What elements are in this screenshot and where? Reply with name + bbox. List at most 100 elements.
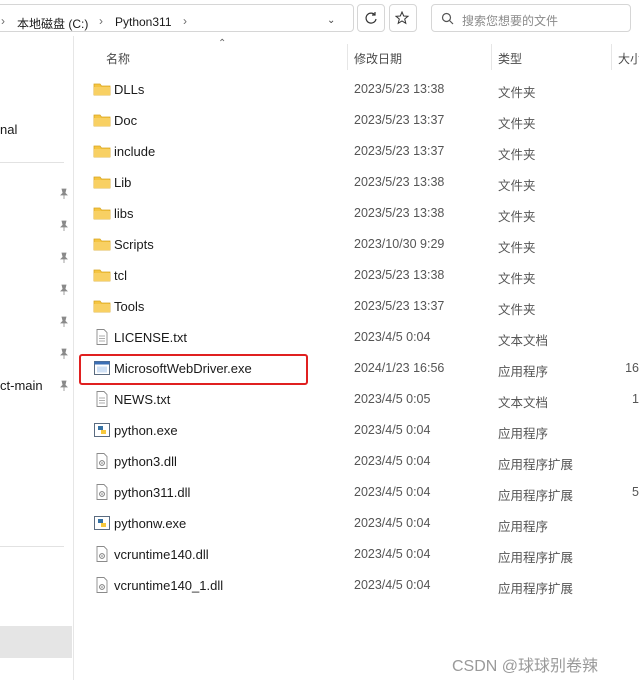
dll-icon (96, 546, 108, 562)
pin-icon[interactable] (58, 220, 70, 232)
file-name: python3.dll (114, 454, 177, 469)
file-type: 应用程序 (498, 365, 549, 379)
file-type: 文件夹 (498, 86, 536, 100)
column-header-name[interactable]: 名称 (106, 50, 130, 67)
column-divider[interactable] (611, 44, 612, 70)
pin-icon[interactable] (58, 252, 70, 264)
file-type: 应用程序 (498, 520, 549, 534)
favorite-button[interactable] (389, 4, 417, 32)
address-bar-row: › 本地磁盘 (C:) › Python311 › ⌄ 搜索您想要的文件 (0, 0, 639, 36)
file-row[interactable]: python3.dll 2023/4/5 0:04 应用程序扩展 (88, 446, 639, 477)
file-row[interactable]: Tools 2023/5/23 13:37 文件夹 (88, 291, 639, 322)
file-row[interactable]: tcl 2023/5/23 13:38 文件夹 (88, 260, 639, 291)
navigation-pane: nal ct-main (0, 36, 74, 680)
file-date-modified: 2023/4/5 0:05 (354, 392, 431, 406)
file-type: 应用程序 (498, 427, 549, 441)
dll-icon (96, 577, 108, 593)
file-date-modified: 2023/4/5 0:04 (354, 547, 431, 561)
file-name: Lib (114, 175, 132, 190)
file-date-modified: 2023/5/23 13:38 (354, 206, 445, 220)
file-date-modified: 2023/4/5 0:04 (354, 423, 431, 437)
refresh-icon (365, 12, 377, 24)
pin-icon[interactable] (58, 316, 70, 328)
file-size: 5 (632, 485, 639, 499)
text-file-icon (96, 329, 108, 345)
folder-icon (93, 207, 111, 220)
file-type: 文件夹 (498, 179, 536, 193)
breadcrumb-drive[interactable]: 本地磁盘 (C:) (17, 15, 88, 32)
file-row[interactable]: pythonw.exe 2023/4/5 0:04 应用程序 (88, 508, 639, 539)
file-row[interactable]: NEWS.txt 2023/4/5 0:05 文本文档 1 (88, 384, 639, 415)
folder-icon (93, 300, 111, 313)
python-exe-icon (94, 423, 110, 437)
folder-icon (93, 269, 111, 282)
file-type: 文件夹 (498, 241, 536, 255)
file-type: 文件夹 (498, 303, 536, 317)
file-row[interactable]: Doc 2023/5/23 13:37 文件夹 (88, 105, 639, 136)
file-name: tcl (114, 268, 127, 283)
file-row[interactable]: python.exe 2023/4/5 0:04 应用程序 (88, 415, 639, 446)
file-name: Tools (114, 299, 145, 314)
file-date-modified: 2023/5/23 13:38 (354, 268, 445, 282)
search-input[interactable]: 搜索您想要的文件 (431, 4, 631, 32)
column-header-date[interactable]: 修改日期 (354, 50, 402, 67)
file-type: 应用程序扩展 (498, 489, 574, 503)
dll-icon (96, 484, 108, 500)
column-header-type[interactable]: 类型 (498, 50, 522, 67)
file-name: NEWS.txt (114, 392, 171, 407)
column-header-size[interactable]: 大小 (618, 50, 639, 67)
chevron-down-icon[interactable]: ⌄ (327, 15, 335, 26)
file-type: 文件夹 (498, 148, 536, 162)
pin-icon[interactable] (58, 380, 70, 392)
file-row[interactable]: python311.dll 2023/4/5 0:04 应用程序扩展 5 (88, 477, 639, 508)
file-name: python311.dll (114, 485, 191, 500)
file-size: 16 (625, 361, 639, 375)
file-type: 应用程序扩展 (498, 582, 574, 596)
search-placeholder: 搜索您想要的文件 (462, 14, 559, 28)
nav-divider (0, 162, 64, 163)
pin-icon[interactable] (58, 284, 70, 296)
column-divider[interactable] (347, 44, 348, 70)
file-type: 文本文档 (498, 396, 549, 410)
nav-item-partial[interactable]: ct-main (0, 378, 43, 393)
breadcrumb-folder[interactable]: Python311 (115, 15, 172, 29)
file-name: Doc (114, 113, 138, 128)
nav-item-selected[interactable] (0, 626, 72, 658)
file-row[interactable]: vcruntime140.dll 2023/4/5 0:04 应用程序扩展 (88, 539, 639, 570)
file-name: vcruntime140_1.dll (114, 578, 224, 593)
file-name: vcruntime140.dll (114, 547, 209, 562)
file-row[interactable]: Lib 2023/5/23 13:38 文件夹 (88, 167, 639, 198)
folder-icon (93, 145, 111, 158)
text-file-icon (96, 391, 108, 407)
file-date-modified: 2023/5/23 13:38 (354, 175, 445, 189)
file-name: include (114, 144, 156, 159)
python-exe-icon (94, 516, 110, 530)
pin-icon[interactable] (58, 348, 70, 360)
folder-icon (93, 83, 111, 96)
file-date-modified: 2023/5/23 13:38 (354, 82, 445, 96)
file-type: 文件夹 (498, 117, 536, 131)
sort-ascending-icon: ⌃ (218, 38, 227, 49)
folder-icon (93, 238, 111, 251)
column-divider[interactable] (491, 44, 492, 70)
file-row[interactable]: include 2023/5/23 13:37 文件夹 (88, 136, 639, 167)
file-type: 文件夹 (498, 210, 536, 224)
folder-icon (93, 114, 111, 127)
file-row[interactable]: DLLs 2023/5/23 13:38 文件夹 (88, 74, 639, 105)
file-date-modified: 2023/5/23 13:37 (354, 299, 445, 313)
chevron-right-icon: › (183, 14, 187, 28)
file-row[interactable]: LICENSE.txt 2023/4/5 0:04 文本文档 (88, 322, 639, 353)
search-icon (441, 12, 454, 25)
watermark: CSDN @球球别卷辣 (452, 658, 599, 675)
file-date-modified: 2023/4/5 0:04 (354, 485, 431, 499)
file-name: Scripts (114, 237, 154, 252)
file-row[interactable]: Scripts 2023/10/30 9:29 文件夹 (88, 229, 639, 260)
breadcrumb[interactable]: › 本地磁盘 (C:) › Python311 › ⌄ (0, 4, 354, 32)
file-row[interactable]: libs 2023/5/23 13:38 文件夹 (88, 198, 639, 229)
nav-item-partial[interactable]: nal (0, 122, 17, 137)
file-date-modified: 2023/4/5 0:04 (354, 578, 431, 592)
refresh-button[interactable] (357, 4, 385, 32)
pin-icon[interactable] (58, 188, 70, 200)
file-row[interactable]: vcruntime140_1.dll 2023/4/5 0:04 应用程序扩展 (88, 570, 639, 601)
file-date-modified: 2023/5/23 13:37 (354, 113, 445, 127)
